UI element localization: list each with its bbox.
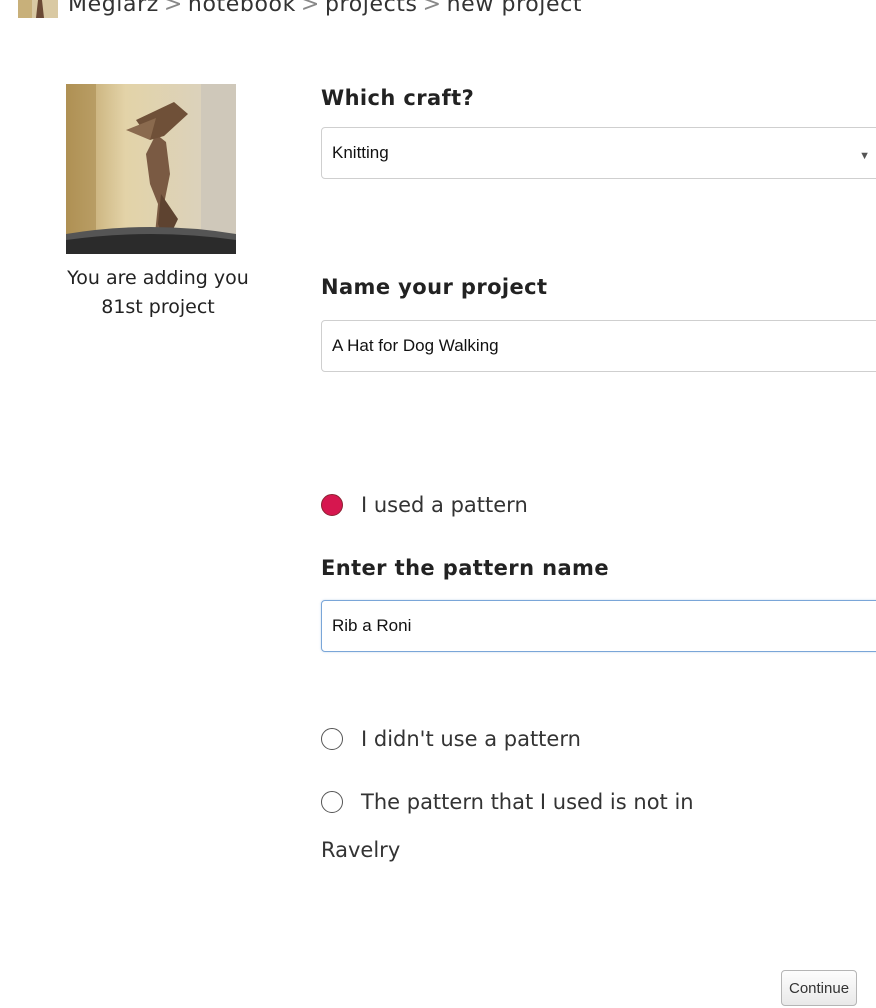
user-avatar-small[interactable] (18, 0, 58, 18)
breadcrumb-user[interactable]: Megiarz (68, 0, 159, 17)
breadcrumb-separator: > (300, 0, 320, 17)
radio-not-in-ravelry-label: The pattern that I used is not in (361, 790, 694, 814)
pattern-name-label: Enter the pattern name (321, 556, 609, 580)
project-count-text: You are adding you 81st project (18, 264, 298, 322)
breadcrumb-separator: > (163, 0, 183, 17)
pattern-name-input[interactable] (321, 600, 876, 652)
radio-no-pattern-label: I didn't use a pattern (361, 727, 581, 751)
radio-unchecked-icon[interactable] (321, 728, 343, 750)
radio-not-in-ravelry[interactable]: The pattern that I used is not in (321, 790, 694, 814)
radio-used-pattern-label: I used a pattern (361, 493, 528, 517)
radio-checked-icon[interactable] (321, 494, 343, 516)
radio-no-pattern[interactable]: I didn't use a pattern (321, 727, 581, 751)
user-avatar-photo (66, 84, 236, 254)
continue-button[interactable]: Continue (781, 970, 858, 1006)
breadcrumb-current: new project (446, 0, 583, 17)
chevron-down-icon: ▼ (859, 150, 870, 162)
breadcrumb: Megiarz > notebook > projects > new project (68, 0, 582, 17)
radio-used-pattern[interactable]: I used a pattern (321, 493, 528, 517)
craft-label: Which craft? (321, 86, 475, 110)
radio-not-in-ravelry-label-cont: Ravelry (321, 838, 401, 862)
craft-select[interactable]: Knitting ▼ (321, 127, 876, 179)
project-name-label: Name your project (321, 275, 548, 299)
breadcrumb-separator: > (422, 0, 442, 17)
project-name-input[interactable] (321, 320, 876, 372)
craft-select-value: Knitting (332, 143, 389, 162)
radio-unchecked-icon[interactable] (321, 791, 343, 813)
breadcrumb-notebook[interactable]: notebook (188, 0, 296, 17)
adding-line-2: 81st project (101, 296, 215, 318)
adding-line-1: You are adding you (67, 267, 249, 289)
breadcrumb-projects[interactable]: projects (325, 0, 418, 17)
statue-thumbnail (18, 0, 58, 18)
